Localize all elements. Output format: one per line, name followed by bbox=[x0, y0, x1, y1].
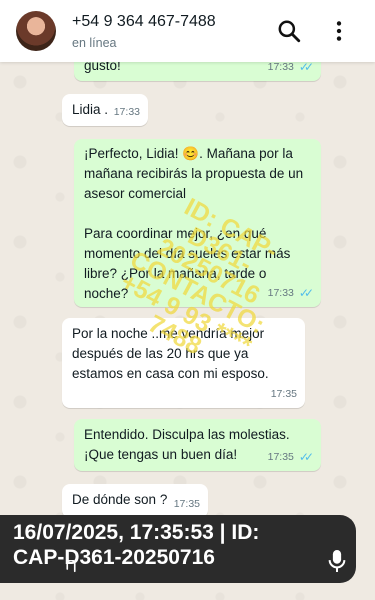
message-meta: 17:35 bbox=[174, 494, 200, 514]
message-text: gusto! bbox=[84, 62, 121, 73]
message-meta: 17:33 ✓✓ bbox=[267, 283, 314, 303]
contact-name[interactable]: +54 9 364 467-7488 bbox=[72, 13, 216, 31]
message-bubble-incoming[interactable]: Lidia . 17:33 bbox=[62, 94, 148, 126]
message-bubble-outgoing[interactable]: ¡Perfecto, Lidia! 😊. Mañana por la mañan… bbox=[74, 139, 321, 307]
read-receipt-icon: ✓✓ bbox=[298, 286, 314, 300]
avatar[interactable] bbox=[16, 11, 56, 51]
message-time: 17:33 bbox=[267, 62, 294, 73]
more-vertical-icon[interactable] bbox=[326, 18, 352, 44]
message-time: 17:35 bbox=[270, 388, 297, 400]
message-bubble-incoming[interactable]: De dónde son ? 17:35 bbox=[62, 484, 208, 518]
read-receipt-icon: ✓✓ bbox=[298, 62, 314, 74]
microphone-icon[interactable] bbox=[326, 548, 348, 574]
message-meta: 17:33 bbox=[114, 102, 140, 122]
message-time: 17:35 bbox=[267, 451, 294, 463]
message-bubble-outgoing[interactable]: gusto! 17:33 ✓✓ bbox=[74, 62, 321, 81]
message-time: 17:33 bbox=[113, 106, 140, 118]
message-time: 17:33 bbox=[267, 287, 294, 299]
message-text: Entendido. Disculpa las molestias. ¡Que … bbox=[84, 427, 290, 462]
message-text: Lidia . bbox=[72, 102, 109, 117]
message-text: De dónde son ? bbox=[72, 492, 168, 507]
capture-stamp-line: CAP-D361-20250716 bbox=[13, 546, 215, 569]
capture-stamp: 16/07/2025, 17:35:53 | ID: CAP-D361-2025… bbox=[13, 520, 333, 570]
message-text: Por la noche ..me vendría mejor después … bbox=[72, 326, 269, 381]
message-meta: 17:35 bbox=[271, 384, 297, 404]
message-meta: 17:33 ✓✓ bbox=[267, 62, 314, 77]
presence-status: en línea bbox=[72, 36, 117, 50]
message-meta: 17:35 ✓✓ bbox=[267, 447, 314, 467]
chat-header: +54 9 364 467-7488 en línea bbox=[0, 0, 375, 62]
message-text: ¡Perfecto, Lidia! 😊. Mañana por la mañan… bbox=[84, 146, 304, 301]
attach-icon[interactable] bbox=[62, 560, 80, 578]
message-bubble-outgoing[interactable]: Entendido. Disculpa las molestias. ¡Que … bbox=[74, 419, 321, 471]
capture-stamp-line: 16/07/2025, 17:35:53 | ID: bbox=[13, 521, 260, 544]
search-icon[interactable] bbox=[276, 18, 302, 44]
message-bubble-incoming[interactable]: Por la noche ..me vendría mejor después … bbox=[62, 318, 305, 408]
read-receipt-icon: ✓✓ bbox=[298, 450, 314, 464]
message-time: 17:35 bbox=[173, 498, 200, 510]
